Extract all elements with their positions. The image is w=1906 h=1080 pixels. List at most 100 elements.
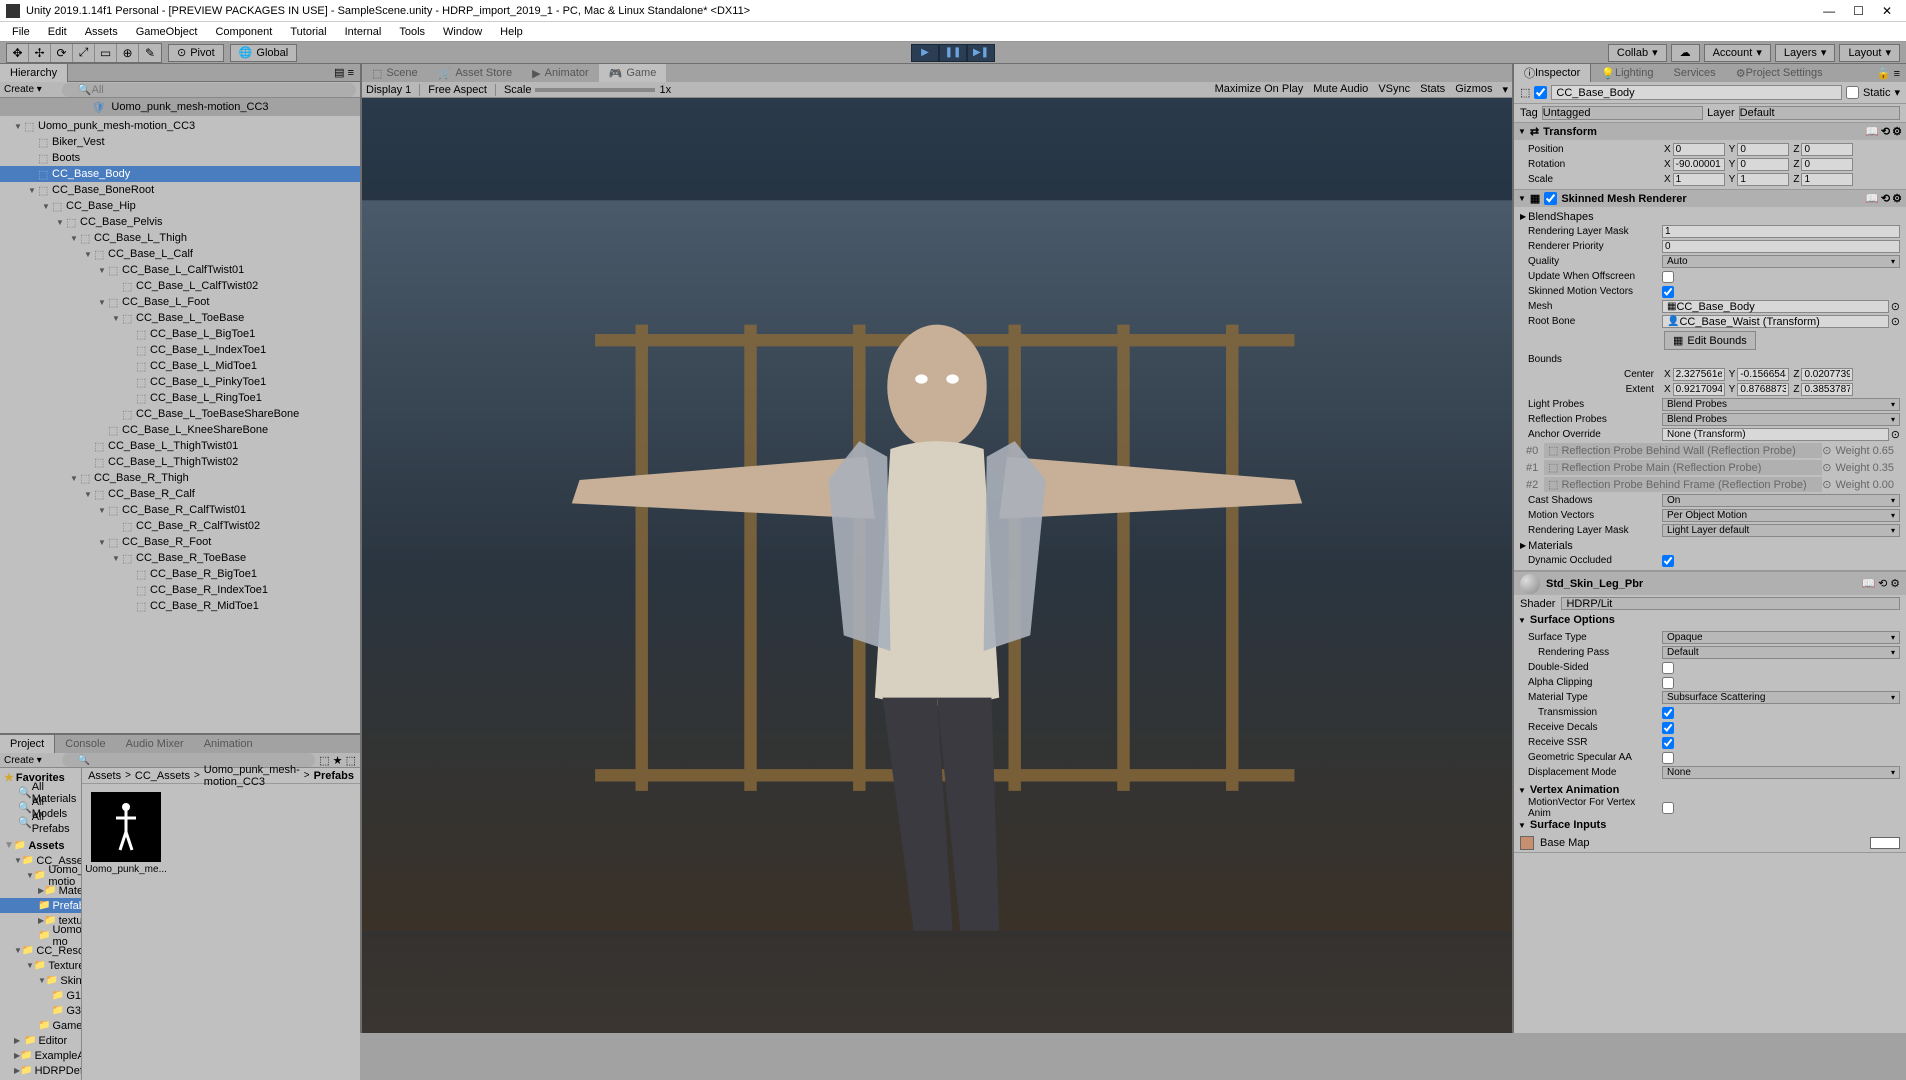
- menu-gameobject[interactable]: GameObject: [128, 24, 206, 40]
- game-view[interactable]: [362, 98, 1512, 1033]
- center-y[interactable]: [1737, 368, 1789, 381]
- update-offscreen-toggle[interactable]: [1662, 271, 1674, 283]
- project-tree-item[interactable]: ▶📁Materials: [0, 883, 81, 898]
- renderpass-dropdown[interactable]: Default: [1662, 646, 1900, 659]
- basemap-color[interactable]: [1870, 837, 1900, 849]
- scale-z[interactable]: [1801, 173, 1853, 186]
- tag-dropdown[interactable]: Untagged: [1542, 106, 1703, 120]
- doublesided-toggle[interactable]: [1662, 662, 1674, 674]
- global-toggle[interactable]: 🌐Global: [230, 44, 298, 62]
- fav-item[interactable]: 🔍All Prefabs: [0, 815, 81, 830]
- services-tab[interactable]: Services: [1664, 67, 1726, 79]
- tree-item[interactable]: ⬚CC_Base_L_ThighTwist02: [0, 454, 360, 470]
- gear-icon[interactable]: ⚙: [1892, 192, 1902, 205]
- tree-item[interactable]: ⬚CC_Base_R_BigToe1: [0, 566, 360, 582]
- tree-item[interactable]: ⬚CC_Base_L_RingToe1: [0, 390, 360, 406]
- project-tree[interactable]: ★Favorites 🔍All Materials 🔍All Models 🔍A…: [0, 768, 82, 1080]
- scale-x[interactable]: [1673, 173, 1725, 186]
- surface-inputs-header[interactable]: ▼Surface Inputs: [1514, 817, 1906, 833]
- smr-enabled[interactable]: [1544, 192, 1557, 205]
- tree-item[interactable]: ⬚CC_Base_L_PinkyToe1: [0, 374, 360, 390]
- mvva-toggle[interactable]: [1662, 802, 1674, 814]
- project-filter-icons[interactable]: ⬚ ★ ⬚: [319, 754, 356, 767]
- project-tree-item[interactable]: ▼📁Skin: [0, 973, 81, 988]
- rotation-y[interactable]: [1737, 158, 1789, 171]
- scale-slider[interactable]: [535, 88, 655, 92]
- tree-item[interactable]: ⬚CC_Base_L_Thigh: [0, 230, 360, 246]
- gizmos-toggle[interactable]: Gizmos: [1455, 83, 1492, 96]
- stats-toggle[interactable]: Stats: [1420, 83, 1445, 96]
- tree-item[interactable]: ⬚Boots: [0, 150, 360, 166]
- alphaclip-toggle[interactable]: [1662, 677, 1674, 689]
- play-button[interactable]: ▶: [911, 44, 939, 62]
- dynamic-occluded-toggle[interactable]: [1662, 555, 1674, 567]
- menu-edit[interactable]: Edit: [40, 24, 75, 40]
- motionvectors-dropdown[interactable]: Per Object Motion: [1662, 509, 1900, 522]
- basemap-texture[interactable]: [1520, 836, 1534, 850]
- position-x[interactable]: [1673, 143, 1725, 156]
- edit-bounds-button[interactable]: ▦Edit Bounds: [1664, 331, 1756, 350]
- center-x[interactable]: [1673, 368, 1725, 381]
- layers-dropdown[interactable]: Layers ▾: [1775, 44, 1836, 62]
- renderer-priority[interactable]: [1662, 240, 1900, 253]
- extent-z[interactable]: [1801, 383, 1853, 396]
- audiomixer-tab[interactable]: Audio Mixer: [116, 735, 194, 753]
- receivedecals-toggle[interactable]: [1662, 722, 1674, 734]
- tree-item[interactable]: ⬚CC_Base_R_CalfTwist02: [0, 518, 360, 534]
- layer-dropdown[interactable]: Default: [1739, 106, 1900, 120]
- scene-header[interactable]: 🛡 Uomo_punk_mesh-motion_CC3: [0, 98, 360, 116]
- tree-item[interactable]: ⬚CC_Base_L_CalfTwist02: [0, 278, 360, 294]
- scale-tool[interactable]: ⤢: [73, 44, 95, 62]
- assets-root[interactable]: ▼📁Assets: [0, 838, 81, 853]
- project-tree-item[interactable]: 📁G1: [0, 988, 81, 1003]
- tree-item[interactable]: ⬚CC_Base_L_MidToe1: [0, 358, 360, 374]
- menu-assets[interactable]: Assets: [77, 24, 126, 40]
- tree-item[interactable]: ⬚CC_Base_Hip: [0, 198, 360, 214]
- mesh-field[interactable]: ▦ CC_Base_Body: [1662, 300, 1889, 313]
- menu-tutorial[interactable]: Tutorial: [282, 24, 334, 40]
- rootbone-field[interactable]: 👤 CC_Base_Waist (Transform): [1662, 315, 1889, 328]
- project-tree-item[interactable]: ▶📁ExampleAssets: [0, 1048, 81, 1063]
- hierarchy-search[interactable]: 🔍All: [62, 83, 356, 97]
- transmission-toggle[interactable]: [1662, 707, 1674, 719]
- tree-item[interactable]: ⬚CC_Base_L_ToeBase: [0, 310, 360, 326]
- castshadows-dropdown[interactable]: On: [1662, 494, 1900, 507]
- smr-header[interactable]: ▼▦ Skinned Mesh Renderer 📖 ⟲ ⚙: [1514, 190, 1906, 207]
- tree-item[interactable]: ⬚CC_Base_Body: [0, 166, 360, 182]
- tree-item[interactable]: ⬚Biker_Vest: [0, 134, 360, 150]
- tree-item[interactable]: ⬚CC_Base_R_ToeBase: [0, 550, 360, 566]
- lightprobes-dropdown[interactable]: Blend Probes: [1662, 398, 1900, 411]
- center-z[interactable]: [1801, 368, 1853, 381]
- rotate-tool[interactable]: ⟳: [51, 44, 73, 62]
- inspector-lock-icon[interactable]: 🔒 ≡: [1877, 67, 1906, 80]
- tree-item[interactable]: ⬚CC_Base_L_BigToe1: [0, 326, 360, 342]
- project-tree-item[interactable]: 📁Prefabs: [0, 898, 81, 913]
- rotation-z[interactable]: [1801, 158, 1853, 171]
- project-create[interactable]: Create ▾: [4, 755, 42, 766]
- menu-internal[interactable]: Internal: [337, 24, 390, 40]
- project-grid[interactable]: Uomo_punk_me...: [82, 784, 360, 1080]
- inspector-tab[interactable]: ⓘ Inspector: [1514, 64, 1591, 82]
- pause-button[interactable]: ❚❚: [939, 44, 967, 62]
- shader-dropdown[interactable]: HDRP/Lit: [1561, 597, 1900, 610]
- step-button[interactable]: ▶❚: [967, 44, 995, 62]
- menu-window[interactable]: Window: [435, 24, 490, 40]
- tree-item[interactable]: ⬚CC_Base_L_ThighTwist01: [0, 438, 360, 454]
- help-icon[interactable]: 📖: [1862, 578, 1876, 590]
- hand-tool[interactable]: ✥: [7, 44, 29, 62]
- tree-item[interactable]: ⬚CC_Base_R_Calf: [0, 486, 360, 502]
- material-header[interactable]: Std_Skin_Leg_Pbr 📖 ⟲ ⚙: [1514, 571, 1906, 595]
- tree-item[interactable]: ⬚CC_Base_Pelvis: [0, 214, 360, 230]
- picker-icon[interactable]: ⊙: [1891, 315, 1900, 328]
- rotation-x[interactable]: [1673, 158, 1725, 171]
- gameobject-name-field[interactable]: [1551, 85, 1842, 100]
- geomspecaa-toggle[interactable]: [1662, 752, 1674, 764]
- receivessr-toggle[interactable]: [1662, 737, 1674, 749]
- picker-icon[interactable]: ⊙: [1891, 300, 1900, 313]
- skinned-motion-vectors-toggle[interactable]: [1662, 286, 1674, 298]
- extent-x[interactable]: [1673, 383, 1725, 396]
- anchor-field[interactable]: None (Transform): [1662, 428, 1889, 441]
- project-tree-item[interactable]: ▼📁Uomo_punk_mesh-motio: [0, 868, 81, 883]
- assetstore-tab[interactable]: 🛒Asset Store: [428, 64, 523, 82]
- help-icon[interactable]: 📖: [1865, 125, 1879, 138]
